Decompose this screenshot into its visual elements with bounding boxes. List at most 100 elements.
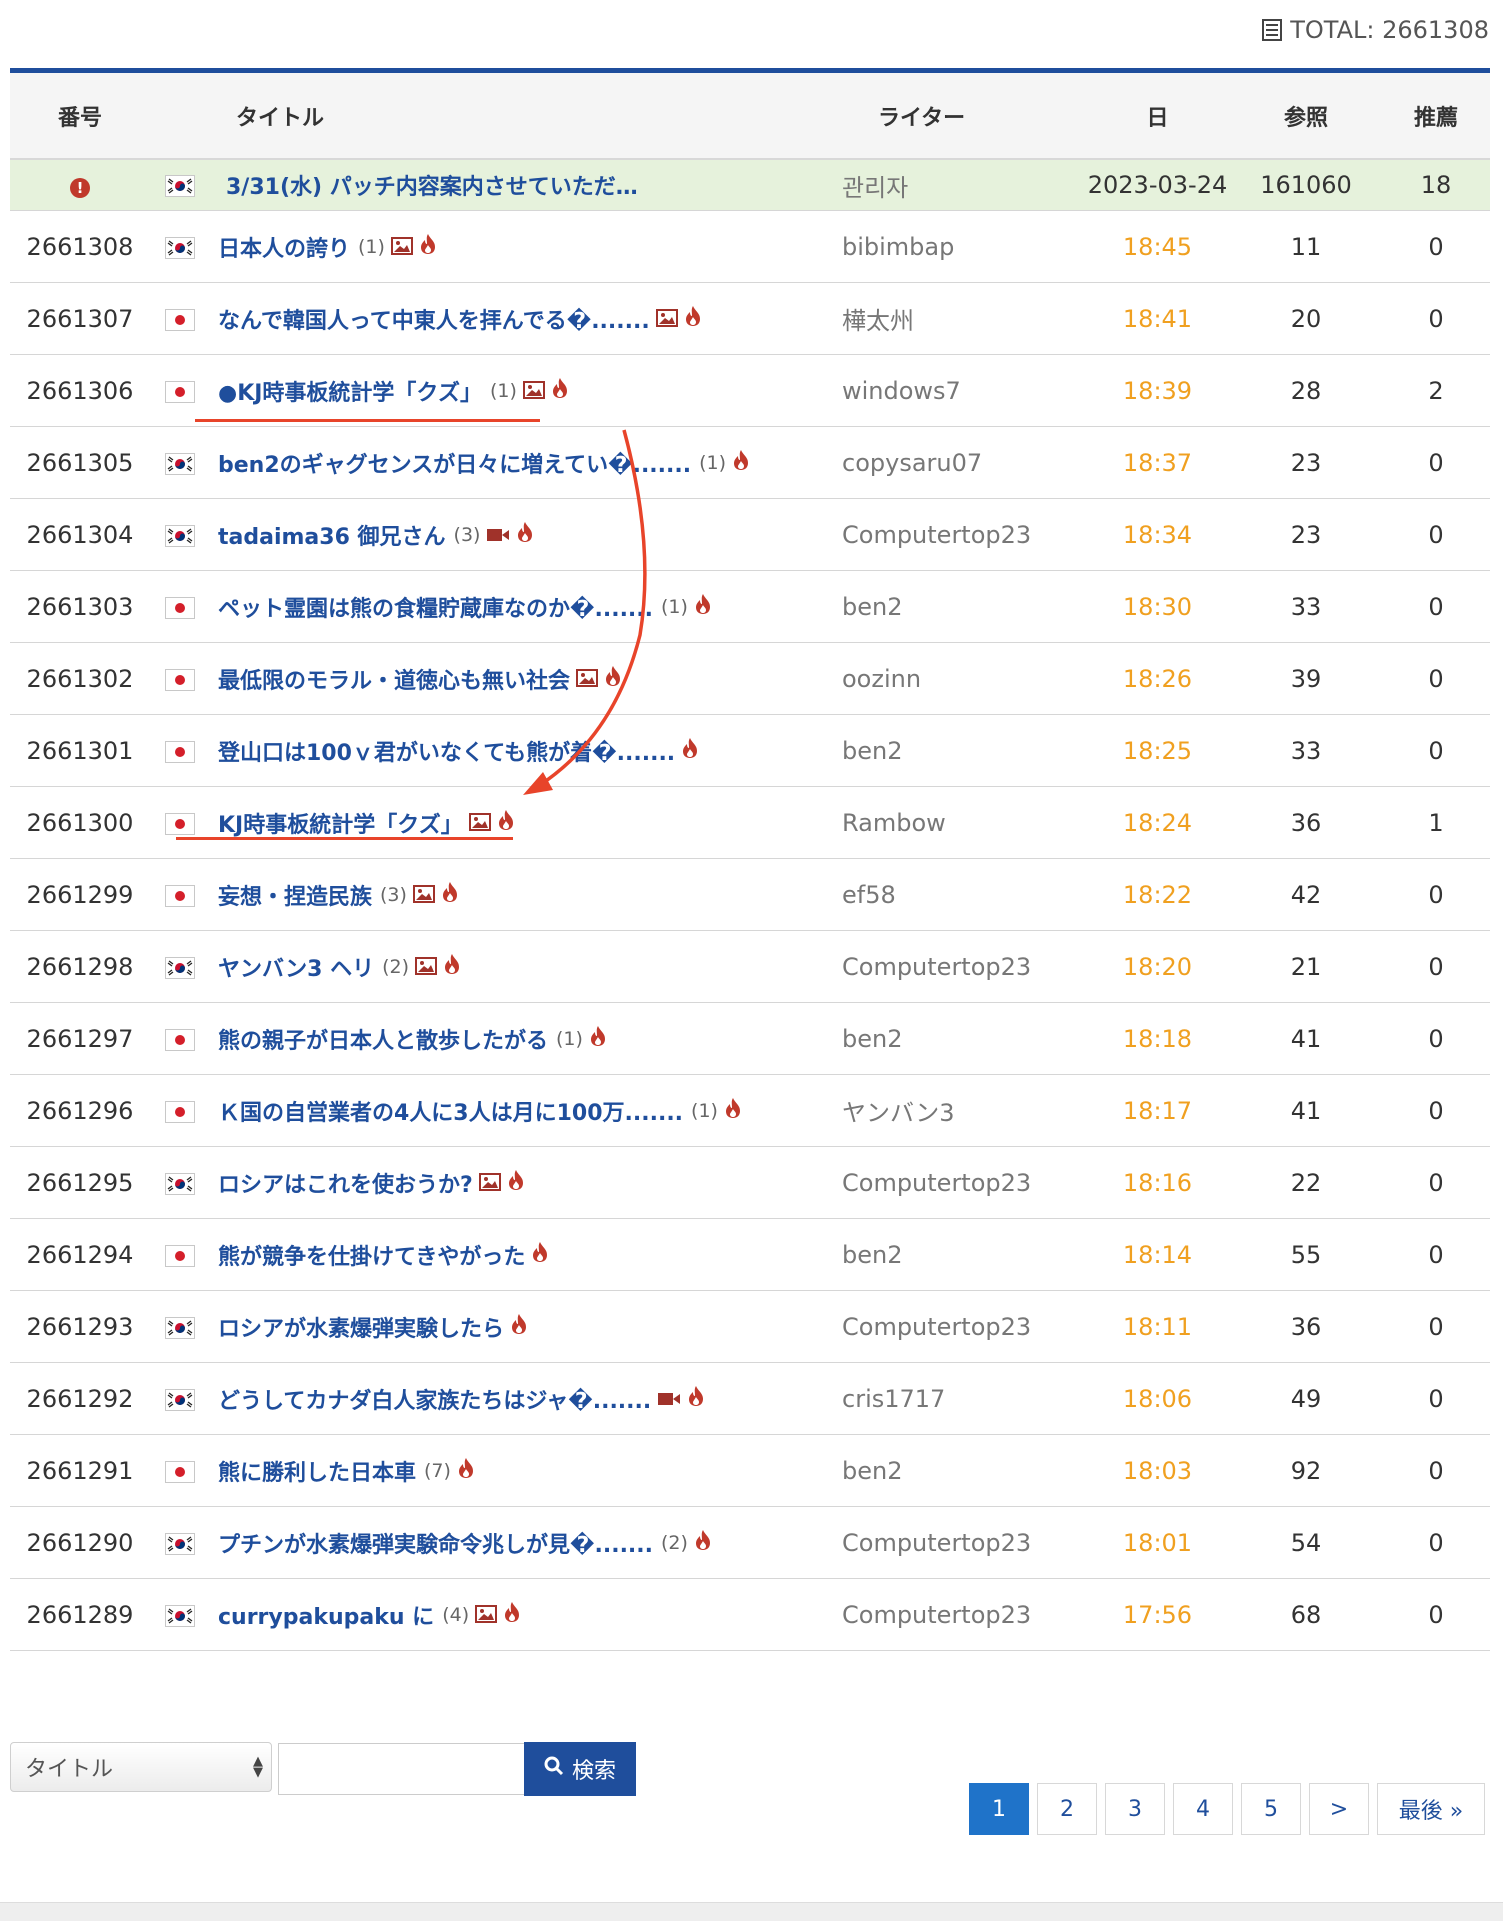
- table-row[interactable]: 2661300 KJ時事板統計学「クズ」 Rambow 18:24 36 1: [10, 786, 1490, 859]
- notice-title-link[interactable]: 3/31(水) パッチ内容案内させていただ…: [218, 175, 638, 200]
- table-row[interactable]: 2661298 ヤンバン3 ヘリ (2) Computertop23 18:20 21 0: [10, 930, 1490, 1003]
- post-title-link[interactable]: ペット霊園は熊の食糧貯蔵庫なのか�.......: [218, 597, 653, 622]
- total-count: TOTAL: 2661308: [1262, 16, 1489, 44]
- post-number: 2661293: [10, 1290, 150, 1363]
- table-row[interactable]: 2661302 最低限のモラル・道徳心も無い社会 oozinn 18:26 39 0: [10, 642, 1490, 715]
- search-button[interactable]: 検索: [524, 1742, 636, 1796]
- post-title-link[interactable]: 熊の親子が日本人と散歩したがる: [218, 1029, 548, 1054]
- post-title-link[interactable]: KJ時事板統計学「クズ」: [218, 813, 463, 838]
- next-page-button[interactable]: >: [1309, 1783, 1369, 1835]
- search-input[interactable]: [278, 1743, 524, 1795]
- post-time: 18:25: [1085, 714, 1230, 787]
- table-row[interactable]: 2661293 ロシアが水素爆弾実験したら Computertop23 18:11 36…: [10, 1290, 1490, 1363]
- post-number: 2661304: [10, 498, 150, 571]
- image-icon: [412, 881, 435, 909]
- post-writer[interactable]: bibimbap: [830, 210, 1085, 283]
- post-writer[interactable]: Computertop23: [830, 930, 1085, 1003]
- japan-flag-icon: [165, 380, 195, 403]
- post-number: 2661307: [10, 282, 150, 355]
- table-row[interactable]: 2661304 tadaima36 御兄さん (3) Computertop23 18:…: [10, 498, 1490, 571]
- post-title-link[interactable]: ロシアが水素爆弾実験したら: [218, 1317, 504, 1342]
- korea-flag-icon: [165, 1604, 195, 1627]
- post-title-link[interactable]: 熊が競争を仕掛けてきやがった: [218, 1245, 525, 1270]
- table-row[interactable]: 2661301 登山口は100ｖ君がいなくても熊が着�....... ben2 18:…: [10, 714, 1490, 787]
- page-2-button[interactable]: 2: [1037, 1783, 1097, 1835]
- post-writer[interactable]: cris1717: [830, 1362, 1085, 1435]
- post-title-link[interactable]: 熊に勝利した日本車: [218, 1461, 416, 1486]
- notice-writer[interactable]: 관리자: [830, 159, 1085, 211]
- post-time: 18:39: [1085, 354, 1230, 427]
- table-row[interactable]: 2661307 なんで韓国人って中東人を拝んでる�....... 樺太州 18:41 2…: [10, 282, 1490, 355]
- post-writer[interactable]: windows7: [830, 354, 1085, 427]
- post-writer[interactable]: 樺太州: [830, 282, 1085, 355]
- post-title-link[interactable]: 登山口は100ｖ君がいなくても熊が着�.......: [218, 741, 675, 766]
- post-title-link[interactable]: ben2のギャグセンスが日々に増えてい�.......: [218, 453, 691, 478]
- fire-icon: [441, 881, 459, 909]
- table-row[interactable]: 2661296 Ｋ国の自営業者の4人に3人は月に100万....... (1) ヤンバ…: [10, 1074, 1490, 1147]
- comment-count: (1): [358, 235, 385, 258]
- post-title-link[interactable]: どうしてカナダ白人家族たちはジャ�.......: [218, 1389, 651, 1414]
- table-row[interactable]: 2661303 ペット霊園は熊の食糧貯蔵庫なのか�....... (1) ben2 18…: [10, 570, 1490, 643]
- post-title-link[interactable]: Ｋ国の自営業者の4人に3人は月に100万.......: [218, 1101, 683, 1126]
- table-row[interactable]: 2661299 妄想・捏造民族 (3) ef58 18:22 42 0: [10, 858, 1490, 931]
- post-writer[interactable]: Computertop23: [830, 1506, 1085, 1579]
- table-row[interactable]: 2661295 ロシアはこれを使おうか? Computertop23 18:16 22 0: [10, 1146, 1490, 1219]
- post-time: 18:11: [1085, 1290, 1230, 1363]
- pagination: 1 2 3 4 5 > 最後 »: [969, 1783, 1485, 1835]
- table-row[interactable]: 2661291 熊に勝利した日本車 (7) ben2 18:03 92 0: [10, 1434, 1490, 1507]
- notice-row[interactable]: ! 3/31(水) パッチ内容案内させていただ… 관리자 2023-03-24 …: [10, 159, 1490, 211]
- header-writer: ライター: [830, 70, 1085, 160]
- post-writer[interactable]: oozinn: [830, 642, 1085, 715]
- page-5-button[interactable]: 5: [1241, 1783, 1301, 1835]
- post-title-link[interactable]: tadaima36 御兄さん: [218, 525, 446, 550]
- post-time: 18:45: [1085, 210, 1230, 283]
- title-cell: 3/31(水) パッチ内容案内させていただ…: [210, 159, 830, 211]
- table-row[interactable]: 2661297 熊の親子が日本人と散歩したがる (1) ben2 18:18 41 0: [10, 1002, 1490, 1075]
- post-writer[interactable]: copysaru07: [830, 426, 1085, 499]
- post-title-link[interactable]: 最低限のモラル・道徳心も無い社会: [218, 669, 570, 694]
- post-views: 11: [1230, 210, 1382, 283]
- post-writer[interactable]: ben2: [830, 1002, 1085, 1075]
- post-writer[interactable]: Computertop23: [830, 1290, 1085, 1363]
- post-writer[interactable]: ef58: [830, 858, 1085, 931]
- table-row[interactable]: 2661294 熊が競争を仕掛けてきやがった ben2 18:14 55 0: [10, 1218, 1490, 1291]
- post-writer[interactable]: ヤンバン3: [830, 1074, 1085, 1147]
- post-title-link[interactable]: currypakupaku に: [218, 1605, 434, 1630]
- post-views: 28: [1230, 354, 1382, 427]
- post-writer[interactable]: Computertop23: [830, 498, 1085, 571]
- flag-cell: [150, 1074, 210, 1147]
- table-row[interactable]: 2661308 日本人の誇り (1) bibimbap 18:45 11 0: [10, 210, 1490, 283]
- search-icon: [544, 1756, 564, 1782]
- search-field-select[interactable]: タイトル ▲ ▼: [10, 1742, 272, 1792]
- table-row[interactable]: 2661290 プチンが水素爆弾実験命令兆しが見�....... (2) Comput…: [10, 1506, 1490, 1579]
- post-views: 21: [1230, 930, 1382, 1003]
- title-cell: ben2のギャグセンスが日々に増えてい�....... (1): [210, 426, 830, 499]
- page-1-button[interactable]: 1: [969, 1783, 1029, 1835]
- table-row[interactable]: 2661292 どうしてカナダ白人家族たちはジャ�....... cris1717 1…: [10, 1362, 1490, 1435]
- table-row[interactable]: 2661306 ●KJ時事板統計学「クズ」 (1) windows7 18:39 28 2: [10, 354, 1490, 427]
- post-title-link[interactable]: ヤンバン3 ヘリ: [218, 957, 374, 982]
- post-writer[interactable]: ben2: [830, 570, 1085, 643]
- post-writer[interactable]: Computertop23: [830, 1578, 1085, 1651]
- post-title-link[interactable]: 日本人の誇り: [218, 237, 350, 262]
- page-3-button[interactable]: 3: [1105, 1783, 1165, 1835]
- post-title-link[interactable]: プチンが水素爆弾実験命令兆しが見�.......: [218, 1533, 653, 1558]
- fire-icon: [507, 1169, 525, 1197]
- post-writer[interactable]: ben2: [830, 1434, 1085, 1507]
- post-writer[interactable]: Computertop23: [830, 1146, 1085, 1219]
- post-time: 18:14: [1085, 1218, 1230, 1291]
- post-writer[interactable]: ben2: [830, 714, 1085, 787]
- last-page-button[interactable]: 最後 »: [1377, 1783, 1485, 1835]
- table-row[interactable]: 2661305 ben2のギャグセンスが日々に増えてい�....... (1) cop…: [10, 426, 1490, 499]
- page-4-button[interactable]: 4: [1173, 1783, 1233, 1835]
- post-writer[interactable]: Rambow: [830, 786, 1085, 859]
- post-title-link[interactable]: 妄想・捏造民族: [218, 885, 372, 910]
- japan-flag-icon: [165, 1100, 195, 1123]
- table-row[interactable]: 2661289 currypakupaku に (4) Computertop23 17…: [10, 1578, 1490, 1651]
- post-title-link[interactable]: ロシアはこれを使おうか?: [218, 1173, 473, 1198]
- title-cell: どうしてカナダ白人家族たちはジャ�.......: [210, 1362, 830, 1435]
- post-writer[interactable]: ben2: [830, 1218, 1085, 1291]
- post-title-link[interactable]: ●KJ時事板統計学「クズ」: [218, 381, 482, 406]
- post-title-link[interactable]: なんで韓国人って中東人を拝んでる�.......: [218, 309, 650, 334]
- title-cell: 熊に勝利した日本車 (7): [210, 1434, 830, 1507]
